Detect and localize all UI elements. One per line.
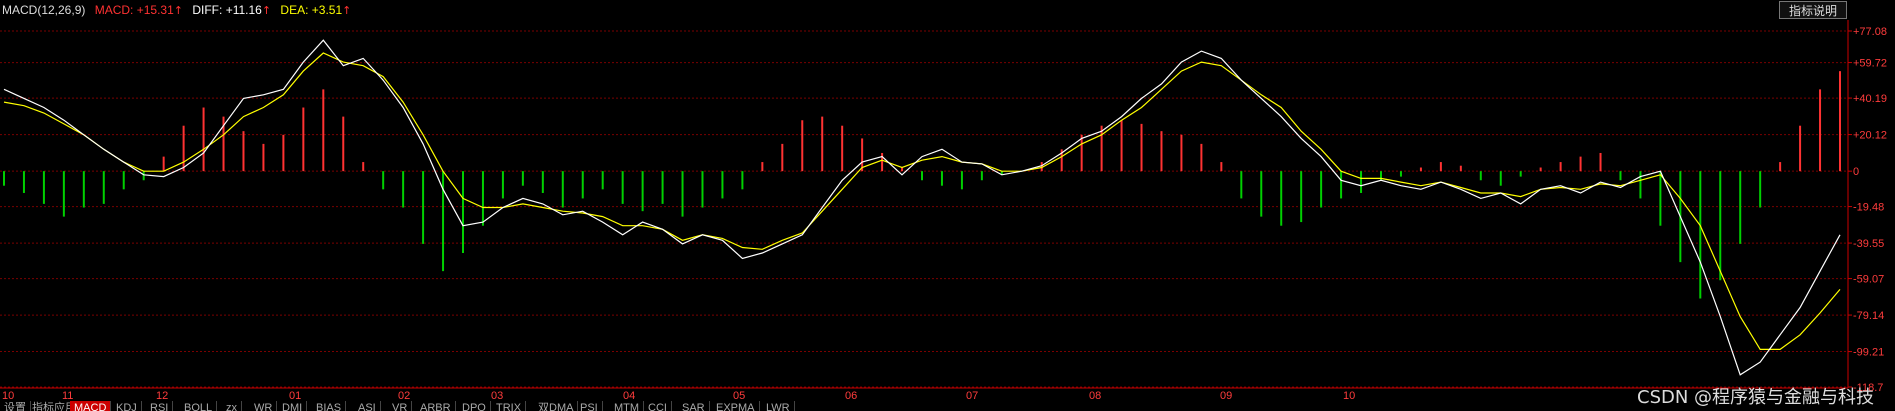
tab-rsi[interactable]: RSI <box>146 401 174 411</box>
tab-boll[interactable]: BOLL <box>180 401 218 411</box>
y-tick-label: +59.72 <box>1853 58 1887 70</box>
tab-trix[interactable]: TRIX <box>492 401 527 411</box>
tab-dmi[interactable]: DMI <box>278 401 308 411</box>
dea-label: DEA: <box>280 3 309 17</box>
macd-value: +15.31 <box>136 3 174 17</box>
indicator-header: MACD(12,26,9) MACD: +15.31↑ DIFF: +11.16… <box>2 2 357 18</box>
y-tick-label: -19.48 <box>1853 202 1884 214</box>
y-tick-label: -59.07 <box>1853 274 1884 286</box>
tab-expma[interactable]: EXPMA <box>712 401 760 411</box>
indicator-tab-bar: 设置 指标应用 MACD KDJ RSI BOLL zx WR DMI BIAS ASI VR ARBR… <box>0 401 1895 411</box>
macd-label: MACD: <box>94 3 134 17</box>
y-tick-label: +77.08 <box>1853 26 1887 38</box>
indicator-name: MACD(12,26,9) <box>2 3 86 17</box>
tab-kdj[interactable]: KDJ <box>112 401 142 411</box>
up-arrow-icon: ↑ <box>261 4 272 17</box>
watermark: CSDN @程序猿与金融与科技 <box>1637 387 1875 408</box>
tab-mtm[interactable]: MTM <box>610 401 645 411</box>
up-arrow-icon: ↑ <box>173 4 183 17</box>
dea-value: +3.51 <box>311 3 343 17</box>
tab-psi[interactable]: PSI <box>576 401 603 411</box>
diff-value: +11.16 <box>225 3 262 17</box>
tab-设置[interactable]: 设置 <box>0 401 31 411</box>
dea-line <box>3 52 1841 350</box>
y-tick-label: +40.19 <box>1853 93 1887 105</box>
indicator-help-button[interactable]: 指标说明 <box>1779 1 1847 19</box>
diff-label: DIFF: <box>192 3 223 17</box>
up-arrow-icon: ↑ <box>342 4 352 17</box>
macd-histogram <box>3 71 1841 299</box>
y-tick-label: +20.12 <box>1853 130 1887 142</box>
y-tick-label: -99.21 <box>1853 347 1884 359</box>
tab-zx[interactable]: zx <box>222 401 242 411</box>
tab-sar[interactable]: SAR <box>678 401 710 411</box>
tab-asi[interactable]: ASI <box>354 401 381 411</box>
tab-dpo[interactable]: DPO <box>458 401 491 411</box>
diff-line <box>3 39 1841 376</box>
tab-arbr[interactable]: ARBR <box>416 401 456 411</box>
tab-cci[interactable]: CCI <box>644 401 672 411</box>
tab-双dma[interactable]: 双DMA <box>534 401 579 411</box>
tab-macd[interactable]: MACD <box>70 401 112 411</box>
y-tick-label: -79.14 <box>1853 310 1884 322</box>
macd-chart: +77.08 +59.72 +40.19 +20.12 0 -19.48 -39.55 -59… <box>0 20 1887 402</box>
tab-wr[interactable]: WR <box>250 401 278 411</box>
y-tick-label: -39.55 <box>1853 238 1884 250</box>
y-tick-label: 0 <box>1853 166 1859 178</box>
tab-lwr[interactable]: LWR <box>762 401 795 411</box>
y-axis-ticks: +77.08 +59.72 +40.19 +20.12 0 -19.48 -39.55 -59… <box>1848 26 1887 394</box>
tab-bias[interactable]: BIAS <box>312 401 347 411</box>
grid-lines <box>0 30 1848 388</box>
tab-vr[interactable]: VR <box>388 401 413 411</box>
